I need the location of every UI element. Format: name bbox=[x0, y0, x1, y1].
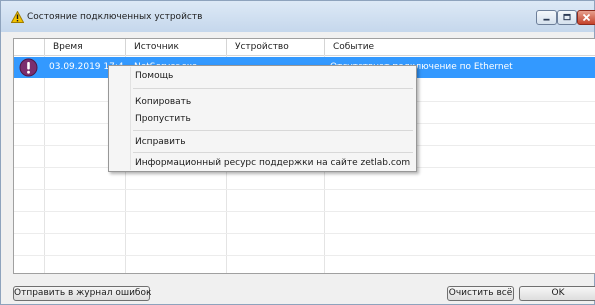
minimize-icon bbox=[543, 18, 550, 21]
warning-triangle-icon bbox=[11, 11, 24, 23]
table-header: Время Источник Устройство Событие bbox=[14, 39, 595, 56]
minimize-button[interactable] bbox=[536, 10, 557, 25]
row-divider bbox=[14, 189, 595, 190]
send-to-error-log-button[interactable]: Отправить в журнал ошибок bbox=[13, 286, 151, 301]
close-icon bbox=[582, 13, 591, 22]
ok-button[interactable]: OK bbox=[519, 286, 595, 301]
column-header-event[interactable]: Событие bbox=[325, 39, 595, 55]
row-divider bbox=[14, 233, 595, 234]
context-menu-item-copy[interactable]: Копировать bbox=[112, 94, 413, 110]
maximize-icon bbox=[563, 13, 571, 21]
context-menu-item-support-resource[interactable]: Информационный ресурс поддержки на сайте… bbox=[112, 155, 413, 171]
context-menu-separator bbox=[133, 152, 413, 153]
row-divider bbox=[14, 211, 595, 212]
context-menu-item-fix[interactable]: Исправить bbox=[112, 134, 413, 150]
clear-all-button[interactable]: Очистить всё bbox=[447, 286, 514, 301]
column-header-source[interactable]: Источник bbox=[126, 39, 227, 55]
row-divider bbox=[14, 255, 595, 256]
column-header-time[interactable]: Время bbox=[45, 39, 126, 55]
context-menu-item-help[interactable]: Помощь bbox=[112, 68, 413, 84]
context-menu: Помощь Копировать Пропустить Исправить И… bbox=[108, 65, 417, 172]
context-menu-separator bbox=[133, 130, 413, 131]
maximize-button[interactable] bbox=[557, 10, 577, 25]
column-header-status[interactable] bbox=[14, 39, 45, 55]
context-menu-item-skip[interactable]: Пропустить bbox=[112, 111, 413, 127]
title-bar[interactable]: Состояние подключенных устройств bbox=[1, 1, 595, 32]
context-menu-separator bbox=[133, 88, 413, 89]
column-header-device[interactable]: Устройство bbox=[227, 39, 325, 55]
alert-exclamation-icon bbox=[19, 58, 38, 77]
window-title: Состояние подключенных устройств bbox=[27, 12, 203, 22]
device-status-window: Состояние подключенных устройств Время И… bbox=[0, 0, 595, 305]
close-button[interactable] bbox=[577, 10, 595, 25]
column-divider bbox=[44, 55, 45, 273]
